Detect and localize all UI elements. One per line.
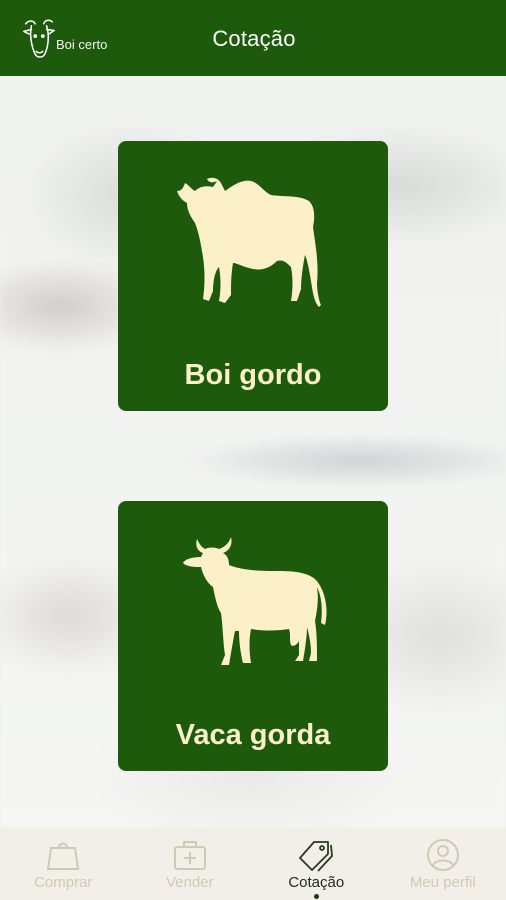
nav-label-comprar: Comprar bbox=[34, 874, 93, 891]
nav-label-meu-perfil: Meu perfil bbox=[409, 874, 476, 891]
app-header: Boi certo Cotação bbox=[0, 0, 506, 76]
medical-bag-plus-icon bbox=[173, 841, 206, 870]
nav-label-vender: Vender bbox=[165, 874, 214, 891]
nav-item-comprar[interactable]: Comprar bbox=[0, 828, 127, 900]
nav-item-meu-perfil[interactable]: Meu perfil bbox=[380, 828, 506, 900]
shopping-bag-icon bbox=[47, 842, 80, 870]
nav-item-vender[interactable]: Vender bbox=[127, 828, 254, 900]
bull-icon bbox=[177, 177, 321, 307]
active-indicator-dot bbox=[314, 894, 320, 899]
page-title: Cotação bbox=[212, 26, 296, 51]
boi-gordo-label: Boi gordo bbox=[184, 359, 322, 391]
bottom-navigation: Comprar Vender Cotação Meu perfil bbox=[0, 828, 506, 900]
nav-item-cotacao[interactable]: Cotação bbox=[253, 828, 380, 900]
user-circle-icon bbox=[426, 839, 459, 871]
cow-icon bbox=[183, 537, 327, 665]
vaca-gorda-card[interactable]: Vaca gorda bbox=[118, 501, 388, 771]
boi-gordo-card[interactable]: Boi gordo bbox=[118, 141, 388, 411]
nav-label-cotacao: Cotação bbox=[288, 874, 345, 891]
price-tags-icon bbox=[299, 841, 334, 872]
vaca-gorda-label: Vaca gorda bbox=[175, 719, 331, 751]
